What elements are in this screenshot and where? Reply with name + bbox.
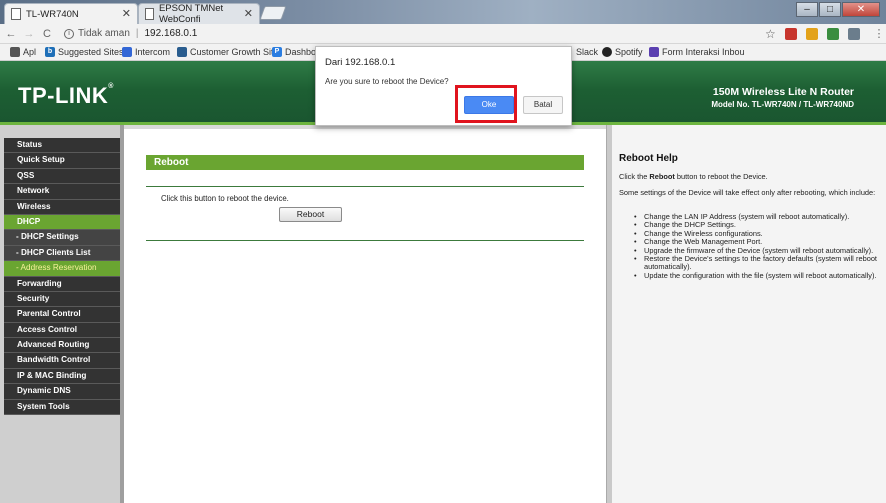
- browser-tab-bar: TL-WR740N ✕ EPSON TMNet WebConfi ✕ – □ ✕: [0, 0, 886, 25]
- cancel-button[interactable]: Batal: [523, 96, 563, 114]
- maximize-button[interactable]: □: [819, 2, 841, 17]
- menu-item-dhcp-clients-list[interactable]: - DHCP Clients List: [4, 245, 120, 262]
- bookmark-page-icon: [177, 47, 187, 57]
- extension-icon[interactable]: [785, 28, 797, 40]
- bookmark-dashboard[interactable]: P Dashbo: [272, 47, 316, 57]
- bookmark-intercom[interactable]: Intercom: [122, 47, 170, 57]
- security-indicator[interactable]: i Tidak aman: [64, 28, 130, 39]
- ok-button[interactable]: Oke: [464, 96, 514, 114]
- menu-item-address-reservation[interactable]: - Address Reservation: [4, 261, 120, 277]
- tp-link-logo: TP-LINK®: [18, 83, 114, 108]
- intercom-icon: [122, 47, 132, 57]
- forward-arrow-icon[interactable]: →: [22, 28, 36, 40]
- menu-item-status[interactable]: Status: [4, 138, 120, 154]
- new-tab-button[interactable]: [259, 6, 287, 20]
- menu-item-access-control[interactable]: Access Control: [4, 322, 120, 339]
- bookmark-page-icon: P: [272, 47, 282, 57]
- spotify-icon: [602, 47, 612, 57]
- bookmark-label: Intercom: [135, 47, 171, 57]
- extension-icon[interactable]: [806, 28, 818, 40]
- bookmark-customer-growth[interactable]: Customer Growth Sit: [177, 47, 274, 57]
- menu-item-forwarding[interactable]: Forwarding: [4, 276, 120, 292]
- form-icon: [649, 47, 659, 57]
- bookmark-label: Customer Growth Sit: [190, 47, 274, 57]
- bookmark-label: Suggested Sites: [58, 47, 124, 57]
- menu-item-dhcp[interactable]: DHCP: [4, 214, 120, 231]
- menu-dots-icon[interactable]: ⋮: [872, 27, 886, 40]
- extension-icon[interactable]: [827, 28, 839, 40]
- menu-item-dhcp-settings[interactable]: - DHCP Settings: [4, 230, 120, 246]
- menu-item-security[interactable]: Security: [4, 291, 120, 308]
- model-title: 150M Wireless Lite N Router: [712, 86, 854, 98]
- security-label: Tidak aman: [78, 28, 130, 39]
- url-separator: |: [135, 28, 139, 39]
- section-title: Reboot: [146, 155, 584, 170]
- info-icon: i: [64, 28, 74, 39]
- help-list: Change the LAN IP Address (system will r…: [632, 212, 877, 281]
- menu-item-quick-setup[interactable]: Quick Setup: [4, 153, 120, 169]
- menu-item-system-tools[interactable]: System Tools: [4, 399, 120, 416]
- reboot-button[interactable]: Reboot: [279, 207, 342, 222]
- window-close-button[interactable]: ✕: [842, 2, 880, 17]
- back-arrow-icon[interactable]: ←: [4, 28, 18, 40]
- page-icon: [145, 8, 154, 20]
- bookmark-suggested-sites[interactable]: b Suggested Sites: [45, 47, 124, 57]
- apps-grid-icon: [10, 47, 20, 57]
- help-pane: Reboot Help Click the Reboot button to r…: [612, 125, 886, 503]
- dialog-message: Are you sure to reboot the Device?: [325, 77, 449, 86]
- confirm-dialog: Dari 192.168.0.1 Are you sure to reboot …: [315, 46, 572, 126]
- help-list-item: Restore the Device's settings to the fac…: [632, 254, 877, 272]
- help-title: Reboot Help: [619, 153, 678, 164]
- main-content: Reboot Click this button to reboot the d…: [124, 125, 606, 503]
- reload-icon[interactable]: C: [40, 28, 54, 40]
- extension-icon[interactable]: [848, 28, 860, 40]
- close-icon[interactable]: ✕: [244, 7, 253, 20]
- model-number: Model No. TL-WR740N / TL-WR740ND: [711, 100, 854, 109]
- bookmark-label: Apl: [23, 47, 37, 57]
- bookmark-star-icon[interactable]: ☆: [765, 27, 776, 41]
- left-menu-pane: Status Quick Setup QSS Network Wireless DHCP -…: [0, 125, 124, 503]
- menu-item-parental-control[interactable]: Parental Control: [4, 307, 120, 323]
- bookmark-apps[interactable]: Apl: [10, 47, 36, 57]
- tab-tl-wr740n[interactable]: TL-WR740N ✕: [4, 3, 138, 24]
- window-controls: – □ ✕: [795, 2, 880, 17]
- page-icon: [11, 8, 21, 20]
- bookmark-spotify[interactable]: Spotify: [602, 47, 643, 57]
- bookmark-label: Form Interaksi Inbou: [662, 47, 745, 57]
- dialog-title: Dari 192.168.0.1: [325, 57, 396, 68]
- bookmark-label: Dashbo: [285, 47, 317, 57]
- help-intro: Click the Reboot button to reboot the De…: [619, 172, 768, 181]
- reboot-instruction: Click this button to reboot the device.: [161, 194, 289, 203]
- help-list-item: Update the configuration with the file (…: [632, 271, 877, 281]
- url-input[interactable]: 192.168.0.1: [144, 28, 197, 39]
- bookmark-slack[interactable]: Slack: [576, 47, 598, 57]
- bookmark-form-interaksi[interactable]: Form Interaksi Inbou: [649, 47, 745, 57]
- help-description: Some settings of the Device will take ef…: [619, 188, 876, 197]
- menu-item-advanced-routing[interactable]: Advanced Routing: [4, 338, 120, 354]
- bookmark-label: Slack: [576, 47, 599, 57]
- menu-item-dynamic-dns[interactable]: Dynamic DNS: [4, 384, 120, 400]
- menu-item-bandwidth-control[interactable]: Bandwidth Control: [4, 353, 120, 369]
- divider-line: [146, 186, 584, 187]
- bookmark-label: Spotify: [615, 47, 643, 57]
- close-icon[interactable]: ✕: [122, 7, 131, 20]
- address-bar: ← → C i Tidak aman | 192.168.0.1 ☆ ⋮: [0, 24, 886, 44]
- minimize-button[interactable]: –: [796, 2, 818, 17]
- tab-title: EPSON TMNet WebConfi: [158, 3, 224, 25]
- bing-icon: b: [45, 47, 55, 57]
- menu-item-ip-mac-binding[interactable]: IP & MAC Binding: [4, 368, 120, 385]
- main-menu: Status Quick Setup QSS Network Wireless DHCP -…: [4, 138, 120, 416]
- tab-title: TL-WR740N: [26, 8, 79, 20]
- menu-item-wireless[interactable]: Wireless: [4, 199, 120, 215]
- menu-item-qss[interactable]: QSS: [4, 168, 120, 185]
- divider-line: [146, 240, 584, 241]
- tab-epson[interactable]: EPSON TMNet WebConfi ✕: [138, 3, 260, 25]
- menu-item-network[interactable]: Network: [4, 184, 120, 200]
